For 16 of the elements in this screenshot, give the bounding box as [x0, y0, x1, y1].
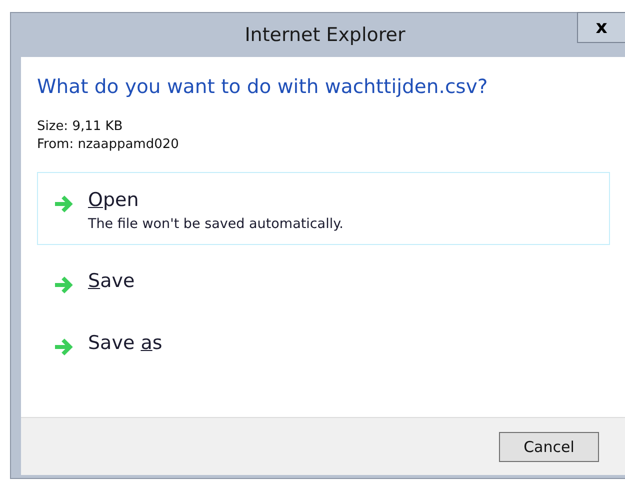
cancel-button[interactable]: Cancel — [499, 432, 599, 462]
option-label: Save as — [88, 332, 162, 354]
option-label: Open — [88, 189, 140, 211]
option-description: The file won't be saved automatically. — [88, 216, 344, 232]
arrow-icon — [54, 195, 74, 213]
dialog-heading: What do you want to do with wachttijden.csv? — [37, 75, 489, 98]
option-label: Save — [88, 270, 135, 292]
window-title: Internet Explorer — [244, 24, 406, 46]
option-item[interactable]: Save — [37, 253, 610, 307]
option-item[interactable]: Save as — [37, 315, 610, 369]
close-button[interactable]: x — [577, 12, 625, 43]
option-item[interactable]: Open The file won't be saved automatically. — [37, 172, 610, 245]
arrow-icon — [54, 276, 74, 294]
file-detail: From: nzaappamd020 — [37, 136, 180, 154]
file-detail: Size: 9,11 KB — [37, 118, 124, 136]
arrow-icon — [54, 338, 74, 356]
